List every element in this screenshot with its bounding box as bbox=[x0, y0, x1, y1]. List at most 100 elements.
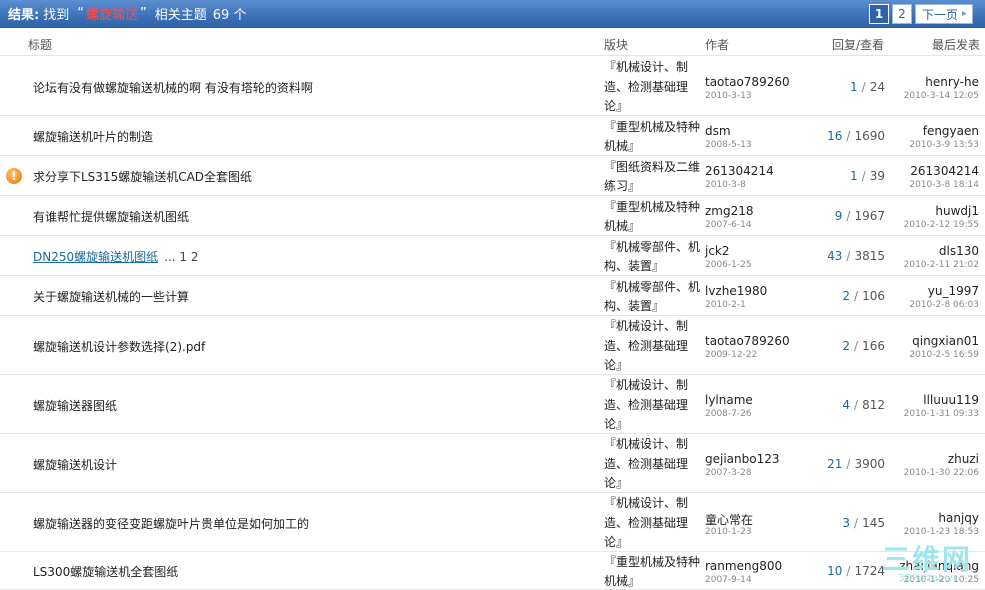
table-row[interactable]: 螺旋输送机叶片的制造 『重型机械及特种机械』 dsm 2008-5-13 16/1690… bbox=[0, 116, 985, 156]
last-poster[interactable]: dls130 bbox=[939, 244, 979, 258]
reply-count: 43 bbox=[827, 249, 843, 263]
last-poster[interactable]: qingxian01 bbox=[912, 334, 979, 348]
forum-link[interactable]: 『机械零部件、机构、装置』 bbox=[604, 238, 704, 277]
summary-label: 结果: bbox=[8, 8, 40, 23]
thread-title[interactable]: 螺旋输送器图纸 bbox=[33, 397, 117, 414]
last-poster[interactable]: fengyaen bbox=[923, 124, 979, 138]
thread-title[interactable]: 关于螺旋输送机械的一些计算 bbox=[33, 288, 189, 305]
view-count: 3815 bbox=[854, 249, 885, 263]
view-count: 39 bbox=[869, 169, 885, 183]
next-page-button[interactable]: 下一页 ▸ bbox=[915, 4, 973, 24]
reply-view-count: 21/3900 bbox=[827, 457, 885, 471]
table-row[interactable]: 螺旋输送器的变径变距螺旋叶片贵单位是如何加工的 『机械设计、制造、检测基础理论』童… bbox=[0, 493, 985, 552]
last-poster[interactable]: llluuu119 bbox=[923, 393, 979, 407]
page-2-button[interactable]: 2 bbox=[892, 4, 912, 24]
reply-view-count: 2/106 bbox=[842, 289, 885, 303]
table-row[interactable]: LS300螺旋输送机全套图纸 『重型机械及特种机械』 ranmeng800 2007-… bbox=[0, 552, 985, 590]
post-date: 2008-7-26 bbox=[705, 408, 752, 419]
view-count: 1690 bbox=[854, 129, 885, 143]
thread-title[interactable]: 螺旋输送器的变径变距螺旋叶片贵单位是如何加工的 bbox=[33, 515, 309, 532]
author-name[interactable]: 261304214 bbox=[705, 164, 774, 178]
author-name[interactable]: dsm bbox=[705, 124, 731, 138]
thread-pages[interactable]: ... 1 2 bbox=[164, 250, 198, 264]
author-name[interactable]: zmg218 bbox=[705, 204, 754, 218]
table-row[interactable]: DN250螺旋输送机图纸 ... 1 2 『机械零部件、机构、装置』 jck2 2006… bbox=[0, 236, 985, 276]
forum-link[interactable]: 『机械设计、制造、检测基础理论』 bbox=[604, 376, 704, 435]
post-date: 2009-12-22 bbox=[705, 349, 758, 360]
forum-link[interactable]: 『机械设计、制造、检测基础理论』 bbox=[604, 494, 704, 553]
stats-separator: / bbox=[846, 209, 851, 223]
table-row[interactable]: 有谁帮忙提供螺旋输送机图纸 『重型机械及特种机械』 zmg218 2007-6-14 9… bbox=[0, 196, 985, 236]
last-post-date: 2010-2-8 06:03 bbox=[909, 300, 979, 310]
table-row[interactable]: 螺旋输送器图纸 『机械设计、制造、检测基础理论』 lylname 2008-7-26 4… bbox=[0, 375, 985, 434]
column-forum[interactable]: 版块 bbox=[604, 36, 628, 53]
last-poster[interactable]: henry-he bbox=[925, 75, 979, 89]
author-name[interactable]: taotao789260 bbox=[705, 334, 790, 348]
forum-link[interactable]: 『机械零部件、机构、装置』 bbox=[604, 278, 704, 317]
thread-title[interactable]: 论坛有没有做螺旋输送机械的啊 有没有塔轮的资料啊 bbox=[33, 79, 313, 96]
alert-icon: ! bbox=[6, 168, 22, 184]
stats-separator: / bbox=[854, 289, 859, 303]
view-count: 106 bbox=[862, 289, 885, 303]
table-row[interactable]: ! 求分享下LS315螺旋输送机CAD全套图纸 『图纸资料及二维练习』 2613042… bbox=[0, 156, 985, 196]
forum-link[interactable]: 『图纸资料及二维练习』 bbox=[604, 158, 704, 197]
column-author[interactable]: 作者 bbox=[705, 36, 729, 53]
reply-view-count: 3/145 bbox=[842, 516, 885, 530]
last-post-date: 2010-3-8 18:14 bbox=[909, 180, 979, 190]
table-row[interactable]: 螺旋输送机设计参数选择(2).pdf 『机械设计、制造、检测基础理论』 taotao… bbox=[0, 316, 985, 375]
reply-count: 9 bbox=[834, 209, 843, 223]
table-row[interactable]: 论坛有没有做螺旋输送机械的啊 有没有塔轮的资料啊 『机械设计、制造、检测基础理论』… bbox=[0, 57, 985, 116]
author-name[interactable]: jck2 bbox=[705, 244, 730, 258]
forum-link[interactable]: 『重型机械及特种机械』 bbox=[604, 118, 704, 157]
reply-view-count: 9/1967 bbox=[835, 209, 885, 223]
thread-title[interactable]: 求分享下LS315螺旋输送机CAD全套图纸 bbox=[33, 168, 252, 185]
last-poster[interactable]: 261304214 bbox=[910, 164, 979, 178]
result-count: 69 个 bbox=[212, 8, 247, 23]
author-name[interactable]: ranmeng800 bbox=[705, 559, 782, 573]
view-count: 24 bbox=[869, 79, 885, 94]
column-last-post[interactable]: 最后发表 bbox=[932, 36, 980, 53]
author-name[interactable]: lvzhe1980 bbox=[705, 284, 767, 298]
thread-title[interactable]: 有谁帮忙提供螺旋输送机图纸 bbox=[33, 208, 189, 225]
author-name[interactable]: lylname bbox=[705, 393, 753, 407]
forum-link[interactable]: 『重型机械及特种机械』 bbox=[604, 198, 704, 237]
thread-title[interactable]: 螺旋输送机设计 bbox=[33, 456, 117, 473]
table-row[interactable]: 螺旋输送机设计 『机械设计、制造、检测基础理论』 gejianbo123 2007-3… bbox=[0, 434, 985, 493]
reply-view-count: 1/39 bbox=[850, 169, 885, 183]
stats-separator: / bbox=[854, 515, 859, 530]
post-date: 2007-3-28 bbox=[705, 467, 752, 478]
last-post-date: 2010-2-12 19:55 bbox=[903, 220, 979, 230]
stats-separator: / bbox=[846, 129, 851, 143]
table-row[interactable]: 关于螺旋输送机械的一些计算 『机械零部件、机构、装置』 lvzhe1980 2010-… bbox=[0, 276, 985, 316]
view-count: 166 bbox=[862, 338, 885, 353]
column-title[interactable]: 标题 bbox=[28, 36, 52, 53]
last-poster[interactable]: zhuzi bbox=[948, 452, 979, 466]
author-name[interactable]: taotao789260 bbox=[705, 75, 790, 89]
reply-count: 21 bbox=[827, 456, 843, 471]
thread-title[interactable]: LS300螺旋输送机全套图纸 bbox=[33, 563, 178, 580]
last-poster[interactable]: yu_1997 bbox=[928, 284, 979, 298]
reply-count: 1 bbox=[850, 169, 858, 183]
forum-link[interactable]: 『机械设计、制造、检测基础理论』 bbox=[604, 435, 704, 494]
thread-link[interactable]: DN250螺旋输送机图纸 bbox=[33, 250, 158, 264]
last-post-date: 2010-1-23 18:53 bbox=[903, 526, 979, 537]
reply-view-count: 1/24 bbox=[850, 80, 885, 94]
author-name[interactable]: gejianbo123 bbox=[705, 452, 780, 466]
forum-link[interactable]: 『机械设计、制造、检测基础理论』 bbox=[604, 58, 704, 117]
column-stats[interactable]: 回复/查看 bbox=[832, 36, 884, 53]
thread-title[interactable]: 螺旋输送机设计参数选择(2).pdf bbox=[33, 338, 205, 355]
reply-view-count: 2/166 bbox=[842, 339, 885, 353]
page-1-button[interactable]: 1 bbox=[869, 4, 889, 24]
thread-title[interactable]: 螺旋输送机叶片的制造 bbox=[33, 128, 153, 145]
reply-count: 16 bbox=[827, 129, 843, 143]
last-poster[interactable]: hanjqy bbox=[938, 511, 979, 525]
last-poster[interactable]: huwdj1 bbox=[935, 204, 979, 218]
view-count: 3900 bbox=[854, 456, 885, 471]
author-name[interactable]: 童心常在 bbox=[705, 511, 753, 528]
summary-related: 相关主题 bbox=[154, 8, 207, 23]
stats-separator: / bbox=[854, 397, 859, 412]
forum-link[interactable]: 『机械设计、制造、检测基础理论』 bbox=[604, 317, 704, 376]
forum-link[interactable]: 『重型机械及特种机械』 bbox=[604, 553, 704, 590]
reply-count: 2 bbox=[842, 338, 851, 353]
view-count: 1967 bbox=[854, 209, 885, 223]
